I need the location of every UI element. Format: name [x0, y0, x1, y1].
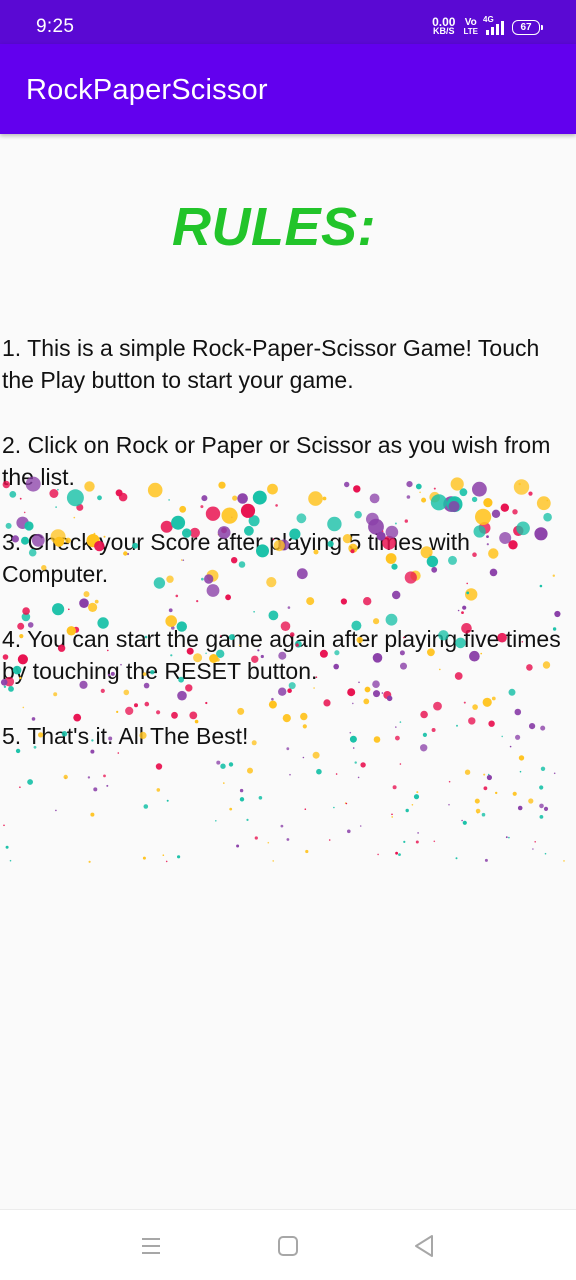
rule-item-4: 4. You can start the game again after pl…	[2, 626, 561, 684]
rule-item-2: 2. Click on Rock or Paper or Scissor as …	[2, 432, 551, 490]
app-title: RockPaperScissor	[26, 74, 268, 106]
status-bar: 9:25 0.00 KB/S Vo LTE 4G 67	[0, 0, 576, 44]
app-bar: RockPaperScissor	[0, 44, 576, 134]
status-icons: 0.00 KB/S Vo LTE 4G 67	[432, 15, 543, 39]
system-navigation-bar	[0, 1209, 576, 1280]
menu-icon[interactable]	[131, 1226, 171, 1266]
volte-icon: Vo LTE	[463, 17, 478, 37]
network-type: 4G	[483, 15, 494, 24]
battery-level: 67	[520, 21, 532, 33]
network-speed-unit: KB/S	[433, 26, 455, 36]
signal-strength-icon: 4G	[483, 15, 504, 35]
rule-item-3: 3. Check your Score after playing 5 time…	[2, 529, 470, 587]
status-time: 9:25	[36, 16, 75, 37]
back-triangle-icon[interactable]	[404, 1226, 444, 1266]
network-speed: 0.00 KB/S	[432, 16, 455, 36]
battery-icon: 67	[512, 19, 543, 35]
rules-content: RULES: 1. This is a simple Rock-Paper-Sc…	[0, 134, 576, 1209]
rule-item-5: 5. That's it. All The Best!	[2, 723, 249, 749]
home-square-icon[interactable]	[268, 1226, 308, 1266]
rule-item-1: 1. This is a simple Rock-Paper-Scissor G…	[2, 335, 540, 393]
rules-heading: RULES:	[172, 197, 376, 257]
